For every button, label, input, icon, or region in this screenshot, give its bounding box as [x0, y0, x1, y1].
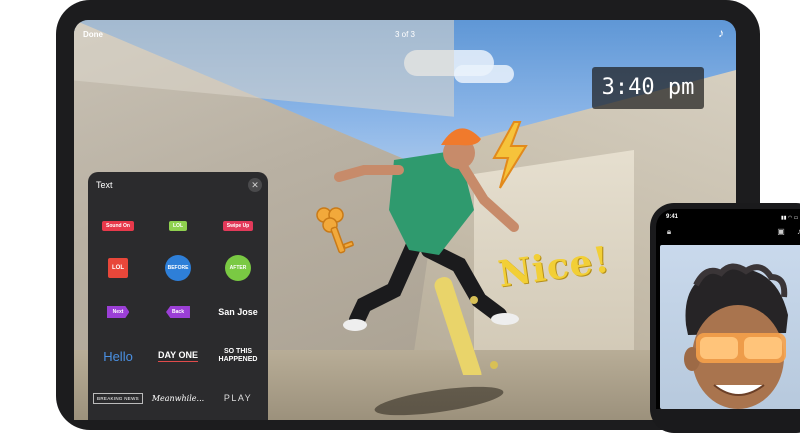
- text-sticker-label: Back: [166, 306, 190, 318]
- music-note-icon[interactable]: ♪: [714, 26, 728, 42]
- lock-icon[interactable]: 🔒︎: [664, 227, 674, 237]
- ipad-screen: Done 3 of 3 ♪ 3:40 pm Nice! Text ✕ Sound…: [74, 20, 736, 420]
- text-sticker-label: Sound On: [102, 221, 134, 231]
- text-sticker-option[interactable]: LOL: [148, 206, 208, 246]
- text-sticker-option[interactable]: Meanwhile...: [148, 378, 208, 418]
- text-sticker-option[interactable]: Next: [88, 292, 148, 332]
- memoji-avatar: [684, 263, 788, 409]
- cloud: [454, 65, 514, 83]
- text-sticker-option[interactable]: Hello: [88, 336, 148, 376]
- text-sticker-label: Next: [106, 306, 130, 318]
- page-indicator: 3 of 3: [394, 30, 415, 39]
- status-bar-time: 9:41: [666, 214, 679, 220]
- text-sticker-label: AFTER: [225, 255, 251, 281]
- text-sticker-option[interactable]: AFTER: [208, 248, 268, 288]
- text-sticker-option[interactable]: Swipe Up: [208, 206, 268, 246]
- text-sticker-label: LOL: [108, 258, 128, 278]
- time-sticker[interactable]: 3:40 pm: [592, 67, 704, 109]
- panel-title: Text: [96, 180, 113, 190]
- text-sticker-label: BEFORE: [165, 255, 191, 281]
- text-sticker-option[interactable]: Sound On: [88, 206, 148, 246]
- text-sticker-panel: Text ✕ Sound On LOL Swipe Up LOL BEFORE AFTER…: [88, 172, 268, 420]
- text-sticker-label: LOL: [169, 221, 187, 231]
- close-icon[interactable]: ✕: [248, 178, 262, 192]
- text-sticker-option[interactable]: San Jose: [208, 292, 268, 332]
- music-note-icon[interactable]: ♪: [794, 227, 800, 237]
- text-sticker-label: Meanwhile...: [151, 393, 205, 403]
- text-sticker-label: SO THIS HAPPENED: [218, 348, 258, 363]
- signal-wifi-battery-icons: ▮▮ ◠ ▭: [781, 215, 799, 221]
- camera-preview[interactable]: [660, 245, 800, 409]
- text-sticker-option[interactable]: LOL: [88, 248, 148, 288]
- text-sticker-option[interactable]: PLAY: [208, 378, 268, 418]
- text-sticker-option[interactable]: DAY ONE: [148, 336, 208, 376]
- text-sticker-label: San Jose: [218, 307, 258, 317]
- text-sticker-label: BREAKING NEWS: [93, 392, 143, 404]
- lightning-bolt-icon[interactable]: [484, 120, 534, 190]
- text-sticker-option[interactable]: Back: [148, 292, 208, 332]
- key-icon[interactable]: [314, 205, 358, 257]
- text-sticker-option[interactable]: BEFORE: [148, 248, 208, 288]
- text-sticker-label: Swipe Up: [222, 221, 254, 231]
- editor-top-bar: Done 3 of 3 ♪: [74, 20, 736, 50]
- iphone-screen: 9:41 ▮▮ ◠ ▭ 🔒︎ ▣ ♪: [656, 209, 800, 409]
- text-sticker-label: Hello: [103, 348, 133, 364]
- text-sticker-option[interactable]: SO THIS HAPPENED: [208, 336, 268, 376]
- text-sticker-label: DAY ONE: [157, 350, 199, 362]
- layout-icon[interactable]: ▣: [776, 227, 786, 237]
- text-sticker-label: PLAY: [223, 393, 253, 403]
- text-sticker-option[interactable]: BREAKING NEWS: [88, 378, 148, 418]
